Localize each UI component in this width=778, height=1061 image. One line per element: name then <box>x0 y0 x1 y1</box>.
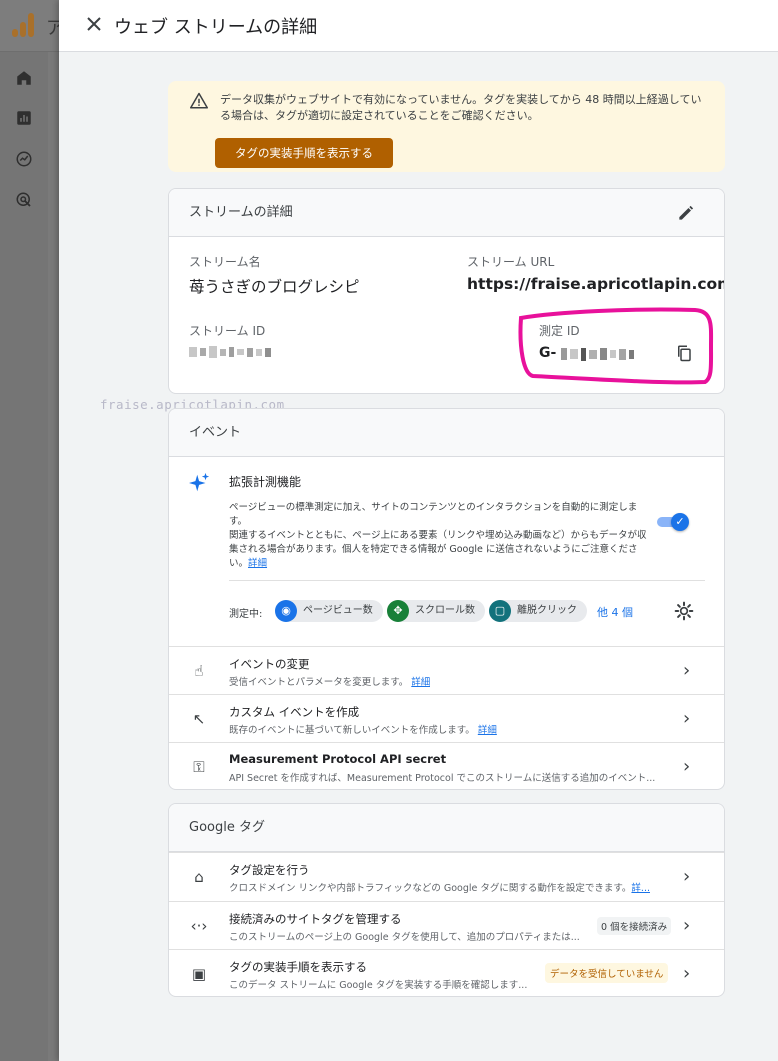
modify-events-row[interactable]: ☝ イベントの変更 受信イベントとパラメータを変更します。 詳細 › <box>169 646 724 694</box>
check-icon: ✓ <box>671 513 689 531</box>
chevron-right-icon: › <box>683 866 691 887</box>
cursor-click-icon: ↖ <box>192 710 206 728</box>
tag-icon: ⌂ <box>194 868 204 886</box>
measurement-id-highlight-mark <box>518 307 714 385</box>
enhanced-measurement-toggle[interactable]: ✓ <box>657 512 691 532</box>
measuring-label: 測定中: <box>229 609 263 620</box>
measurement-protocol-row[interactable]: ⚿ Measurement Protocol API secret API Se… <box>169 742 724 789</box>
eye-icon: ◉ <box>275 600 297 622</box>
row-title: タグ設定を行う <box>229 863 310 877</box>
row-subtitle: クロスドメイン リンクや内部トラフィックなどの Google タグに関する動作を… <box>229 883 650 894</box>
chip-outbound-clicks[interactable]: ▢ 離脱クリック <box>489 600 587 622</box>
row-details-link[interactable]: 詳... <box>631 883 650 894</box>
connected-count-badge: 0 個を接続済み <box>597 917 672 935</box>
data-collection-warning: データ収集がウェブサイトで有効になっていません。タグを実装してから 48 時間以… <box>168 81 725 172</box>
enhanced-measurement-title: 拡張計測機能 <box>229 475 302 489</box>
show-tag-instructions-button[interactable]: タグの実装手順を表示する <box>215 138 393 168</box>
enhanced-desc-line2: 関連するイベントとともに、ページ上にある要素（リンクや埋め込み動画など）からもデ… <box>229 530 647 569</box>
stream-url-value: https://fraise.apricotlapin.com <box>467 275 725 293</box>
google-tag-title: Google タグ <box>189 820 265 835</box>
row-title: Measurement Protocol API secret <box>229 752 447 766</box>
events-title: イベント <box>189 425 242 440</box>
row-subtitle: このストリームのページ上の Google タグを使用して、追加のプロパティまたは… <box>229 932 580 943</box>
events-header: イベント <box>169 409 724 457</box>
stream-id-label: ストリーム ID <box>189 324 266 338</box>
chevron-right-icon: › <box>683 915 691 936</box>
warning-text: データ収集がウェブサイトで有効になっていません。タグを実装してから 48 時間以… <box>220 93 702 122</box>
no-data-status-badge: データを受信していません <box>545 963 669 983</box>
explore-icon <box>14 150 34 170</box>
configure-tag-settings-row[interactable]: ⌂ タグ設定を行う クロスドメイン リンクや内部トラフィックなどの Google… <box>169 852 724 900</box>
google-tag-card: Google タグ ⌂ タグ設定を行う クロスドメイン リンクや内部トラフィック… <box>168 803 725 997</box>
panel-title: ウェブ ストリームの詳細 <box>114 17 318 38</box>
chevron-right-icon: › <box>683 708 691 729</box>
stream-name-label: ストリーム名 <box>189 255 261 269</box>
enhanced-measurement-description: ページビューの標準測定に加え、サイトのコンテンツとのインタラクションを自動的に測… <box>229 501 649 571</box>
chevron-right-icon: › <box>683 660 691 681</box>
key-icon: ⚿ <box>193 758 205 776</box>
row-subtitle: API Secret を作成すれば、Measurement Protocol で… <box>229 773 656 784</box>
stream-details-panel: ウェブ ストリームの詳細 データ収集がウェブサイトで有効になっていません。タグを… <box>59 0 778 1061</box>
row-details-link[interactable]: 詳細 <box>478 725 497 736</box>
row-subtitle: 既存のイベントに基づいて新しいイベントを作成します。 詳細 <box>229 725 497 736</box>
row-details-link[interactable]: 詳細 <box>411 677 430 688</box>
chevron-right-icon: › <box>683 756 691 777</box>
scroll-arrows-icon: ✥ <box>387 600 409 622</box>
view-tag-instructions-row[interactable]: ▣ タグの実装手順を表示する このデータ ストリームに Google タグを実装… <box>169 949 724 996</box>
chip-label: 離脱クリック <box>517 605 577 616</box>
warning-icon <box>190 92 208 109</box>
chip-scrolls[interactable]: ✥ スクロール数 <box>387 600 485 622</box>
row-subtitle: このデータ ストリームに Google タグを実装する手順を確認します... <box>229 980 528 991</box>
row-title: 接続済みのサイトタグを管理する <box>229 912 402 926</box>
stream-url-label: ストリーム URL <box>467 255 555 269</box>
close-button[interactable] <box>81 13 107 39</box>
stream-details-title: ストリームの詳細 <box>189 205 293 220</box>
google-tag-header: Google タグ <box>169 804 724 852</box>
home-icon <box>14 69 34 89</box>
chip-label: スクロール数 <box>415 605 475 616</box>
events-card: イベント 拡張計測機能 ページビューの標準測定に加え、サイトのコンテンツとのイン… <box>168 408 725 790</box>
code-brackets-icon: ‹·› <box>190 917 208 935</box>
chevron-right-icon: › <box>683 963 691 984</box>
panel-header: ウェブ ストリームの詳細 <box>59 0 778 52</box>
stream-id-masked-value <box>189 345 271 359</box>
enhanced-desc-line1: ページビューの標準測定に加え、サイトのコンテンツとのインタラクションを自動的に測… <box>229 502 638 527</box>
advertising-icon <box>14 191 34 211</box>
edit-pencil-icon[interactable] <box>676 203 696 223</box>
stream-details-header: ストリームの詳細 <box>169 189 724 237</box>
divider <box>229 580 705 581</box>
stream-name-value: 苺うさぎのブログレシピ <box>189 278 360 296</box>
row-title: カスタム イベントを作成 <box>229 705 360 719</box>
row-subtitle: 受信イベントとパラメータを変更します。 詳細 <box>229 677 431 688</box>
close-icon <box>87 17 101 31</box>
manage-connected-tags-row[interactable]: ‹·› 接続済みのサイトタグを管理する このストリームのページ上の Google… <box>169 901 724 949</box>
code-doc-icon: ▣ <box>191 965 207 983</box>
reports-icon <box>14 109 34 129</box>
chip-page-views[interactable]: ◉ ページビュー数 <box>275 600 383 622</box>
row-title: イベントの変更 <box>229 657 310 671</box>
touch-hand-icon: ☝ <box>194 662 204 680</box>
analytics-logo-icon <box>12 13 36 37</box>
sparkle-icon <box>189 472 210 492</box>
enhanced-details-link[interactable]: 詳細 <box>248 558 267 569</box>
create-custom-event-row[interactable]: ↖ カスタム イベントを作成 既存のイベントに基づいて新しいイベントを作成します… <box>169 694 724 742</box>
row-title: タグの実装手順を表示する <box>229 960 367 974</box>
more-events-link[interactable]: 他 4 個 <box>597 604 633 620</box>
mouse-icon: ▢ <box>489 600 511 622</box>
background-nav-rail <box>0 52 48 1061</box>
chip-label: ページビュー数 <box>303 605 373 616</box>
gear-icon[interactable] <box>674 601 694 621</box>
